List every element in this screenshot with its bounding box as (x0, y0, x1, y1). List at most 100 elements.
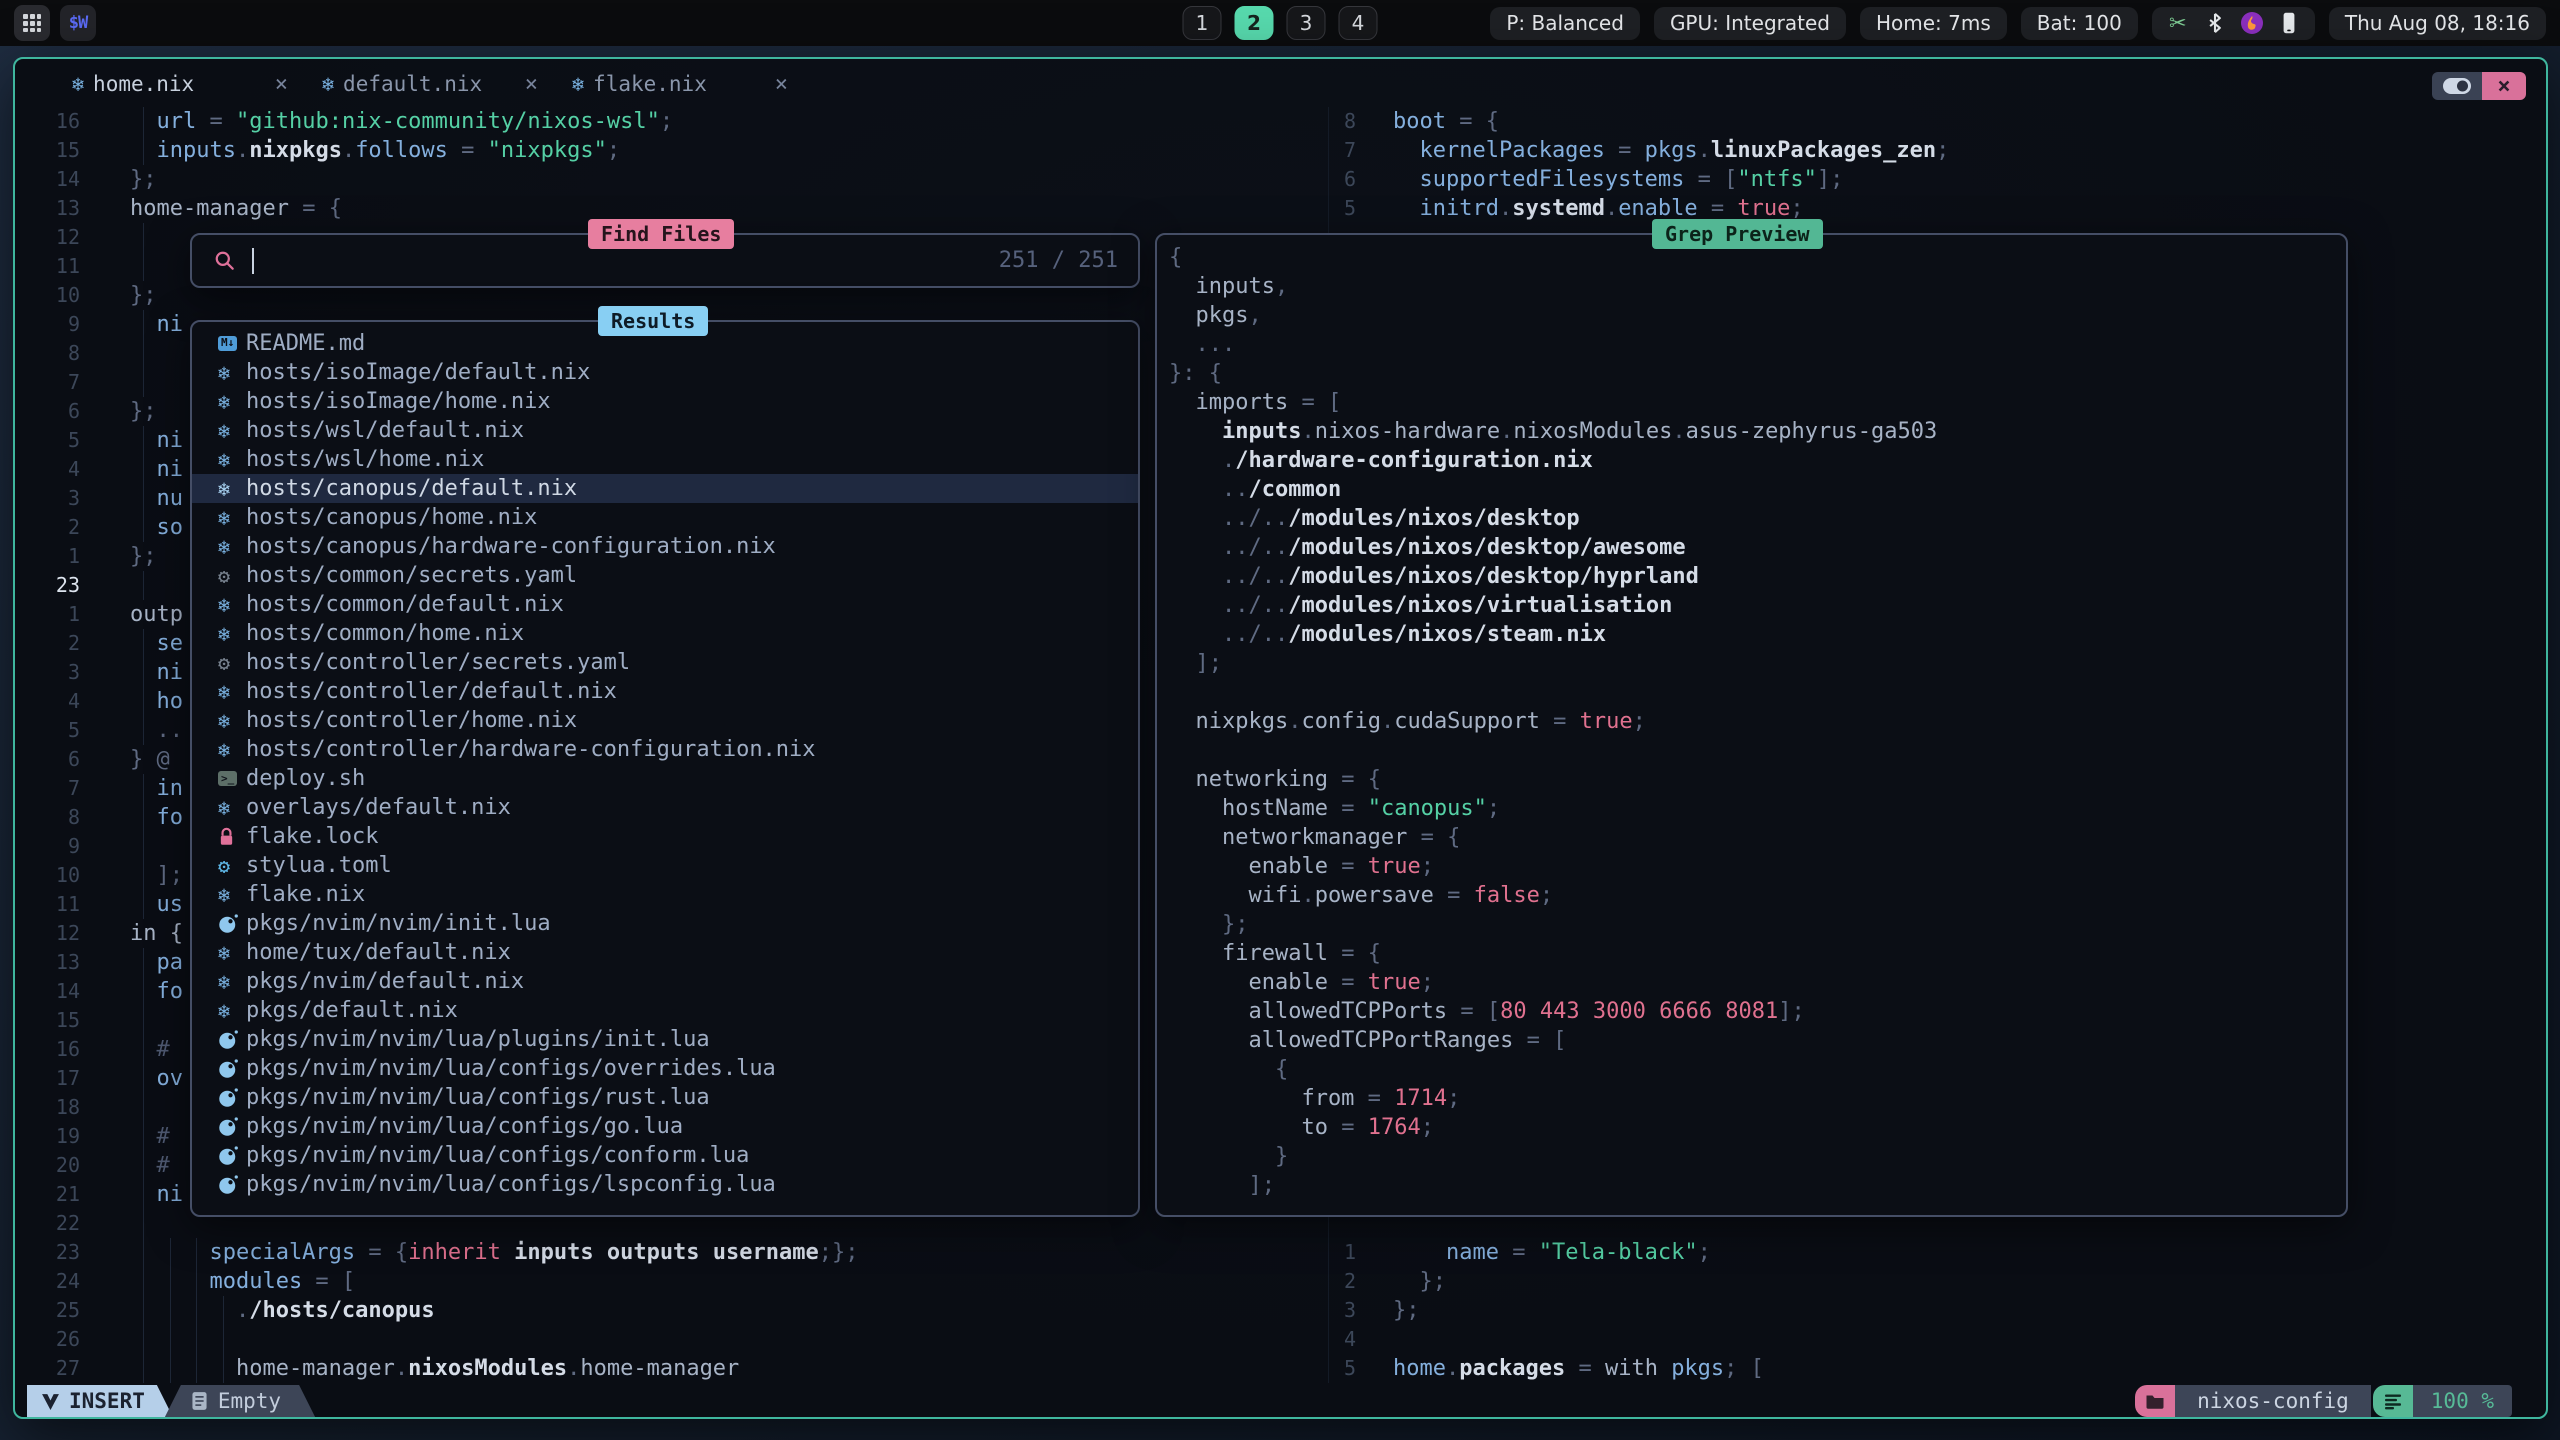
project-name: nixos-config (2175, 1385, 2371, 1417)
result-item[interactable]: ⚙hosts/controller/secrets.yaml (192, 648, 1138, 677)
result-item[interactable]: ❄hosts/common/default.nix (192, 590, 1138, 619)
result-item[interactable]: ❄hosts/controller/hardware-configuration… (192, 735, 1138, 764)
tab-close-icon[interactable]: × (275, 72, 288, 97)
result-item[interactable]: ❄hosts/canopus/home.nix (192, 503, 1138, 532)
indent-guide (143, 223, 144, 252)
code-line: 5home.packages = with pkgs; [ (1330, 1354, 2546, 1383)
result-label: hosts/wsl/default.nix (246, 418, 524, 443)
sw-badge[interactable]: $W (60, 5, 96, 41)
tab-flake.nix[interactable]: ❄flake.nix× (572, 72, 822, 97)
result-item[interactable]: pkgs/nvim/nvim/lua/configs/overrides.lua (192, 1054, 1138, 1083)
result-item[interactable]: ❄hosts/isoImage/home.nix (192, 387, 1138, 416)
tab-default.nix[interactable]: ❄default.nix× (322, 72, 572, 97)
terminal-icon: >_ (218, 771, 237, 786)
result-item[interactable]: pkgs/nvim/nvim/lua/configs/go.lua (192, 1112, 1138, 1141)
right-editor-top: 8boot = {7 kernelPackages = pkgs.linuxPa… (1330, 107, 2546, 223)
result-item[interactable]: ❄pkgs/nvim/default.nix (192, 967, 1138, 996)
code-line: 23 specialArgs = {inherit inputs outputs… (15, 1238, 1328, 1267)
result-item[interactable]: >_deploy.sh (192, 764, 1138, 793)
preview-line: ../../modules/nixos/desktop (1169, 504, 2346, 533)
window-close-button[interactable]: × (2482, 72, 2526, 100)
nix-icon: ❄ (218, 999, 230, 1023)
code-line: 4 (1330, 1325, 2546, 1354)
result-item[interactable]: ❄hosts/canopus/default.nix (192, 474, 1138, 503)
result-item[interactable]: ❄hosts/wsl/default.nix (192, 416, 1138, 445)
gear-icon: ⚙ (218, 564, 230, 588)
line-number: 7 (1330, 136, 1356, 165)
result-item[interactable]: flake.lock (192, 822, 1138, 851)
indent-guide (223, 1354, 224, 1383)
result-item[interactable]: ❄overlays/default.nix (192, 793, 1138, 822)
top-bar: $W 1234 P: BalancedGPU: IntegratedHome: … (0, 0, 2560, 46)
search-icon (214, 250, 236, 272)
line-number: 13 (15, 948, 80, 977)
result-item[interactable]: ❄flake.nix (192, 880, 1138, 909)
workspace-button-4[interactable]: 4 (1339, 6, 1378, 40)
nix-icon: ❄ (218, 796, 230, 820)
result-item[interactable]: pkgs/nvim/nvim/lua/configs/conform.lua (192, 1141, 1138, 1170)
statusline: INSERT Empty nixos-config 100 % (15, 1385, 2546, 1417)
bluetooth-icon (2206, 12, 2224, 34)
line-number: 8 (15, 339, 80, 368)
result-label: pkgs/nvim/nvim/lua/configs/lspconfig.lua (246, 1172, 776, 1197)
bluetooth-icon[interactable] (2203, 11, 2227, 35)
project-folder-chip (2135, 1385, 2175, 1417)
line-number: 7 (15, 774, 80, 803)
indent-guide (143, 716, 144, 745)
launcher-button[interactable] (14, 5, 50, 41)
apps-grid-icon (22, 13, 42, 33)
line-number: 27 (15, 1354, 80, 1383)
preview-line: inputs, (1169, 272, 2346, 301)
result-item[interactable]: pkgs/nvim/nvim/lua/configs/rust.lua (192, 1083, 1138, 1112)
tab-close-icon[interactable]: × (525, 72, 538, 97)
toggle-button[interactable] (2432, 72, 2482, 100)
indent-guide (143, 1296, 144, 1325)
tab-close-icon[interactable]: × (775, 72, 788, 97)
indent-guide (143, 310, 144, 339)
result-item[interactable]: ❄hosts/isoImage/default.nix (192, 358, 1138, 387)
line-number: 6 (1330, 165, 1356, 194)
tab-home.nix[interactable]: ❄home.nix× (72, 72, 322, 97)
result-item[interactable]: ⚙hosts/common/secrets.yaml (192, 561, 1138, 590)
workspace-button-3[interactable]: 3 (1287, 6, 1326, 40)
line-number: 3 (15, 658, 80, 687)
indent-guide (170, 1296, 171, 1325)
indent-guide (143, 629, 144, 658)
scissors-icon[interactable]: ✂ (2166, 11, 2190, 35)
indent-guide (170, 1267, 171, 1296)
text-caret (252, 248, 254, 274)
result-item[interactable]: pkgs/nvim/nvim/init.lua (192, 909, 1138, 938)
indent-guide (143, 1035, 144, 1064)
result-item[interactable]: ❄pkgs/default.nix (192, 996, 1138, 1025)
result-item[interactable]: ❄hosts/controller/default.nix (192, 677, 1138, 706)
line-number: 11 (15, 252, 80, 281)
line-number: 5 (1330, 1354, 1356, 1383)
result-label: hosts/controller/hardware-configuration.… (246, 737, 816, 762)
result-item[interactable]: ⚙stylua.toml (192, 851, 1138, 880)
preview-line: hostName = "canopus"; (1169, 794, 2346, 823)
result-item[interactable]: ❄hosts/canopus/hardware-configuration.ni… (192, 532, 1138, 561)
code-line: 1 name = "Tela-black"; (1330, 1238, 2546, 1267)
purple-badge-icon[interactable] (2240, 11, 2264, 35)
line-number: 22 (15, 1209, 80, 1238)
phone-icon[interactable] (2277, 11, 2301, 35)
result-item[interactable]: pkgs/nvim/nvim/lua/plugins/init.lua (192, 1025, 1138, 1054)
result-item[interactable]: ❄hosts/common/home.nix (192, 619, 1138, 648)
workspace-button-2[interactable]: 2 (1235, 6, 1274, 40)
grep-preview-content: { inputs, pkgs, ...}: { imports = [ inpu… (1157, 235, 2346, 1200)
result-item[interactable]: ❄home/tux/default.nix (192, 938, 1138, 967)
result-item[interactable]: ❄hosts/controller/home.nix (192, 706, 1138, 735)
nix-icon: ❄ (218, 593, 230, 617)
workspace-button-1[interactable]: 1 (1183, 6, 1222, 40)
indent-guide (143, 1093, 144, 1122)
line-number: 10 (15, 281, 80, 310)
line-number: 12 (15, 919, 80, 948)
result-item[interactable]: ❄hosts/wsl/home.nix (192, 445, 1138, 474)
close-icon: × (2497, 74, 2510, 99)
indent-guide (143, 1325, 144, 1354)
result-item[interactable]: pkgs/nvim/nvim/lua/configs/lspconfig.lua (192, 1170, 1138, 1199)
indent-guide (143, 571, 144, 600)
result-label: pkgs/nvim/nvim/lua/configs/rust.lua (246, 1085, 710, 1110)
code-line: 27 home-manager.nixosModules.home-manage… (15, 1354, 1328, 1383)
indent-guide (170, 1238, 171, 1267)
